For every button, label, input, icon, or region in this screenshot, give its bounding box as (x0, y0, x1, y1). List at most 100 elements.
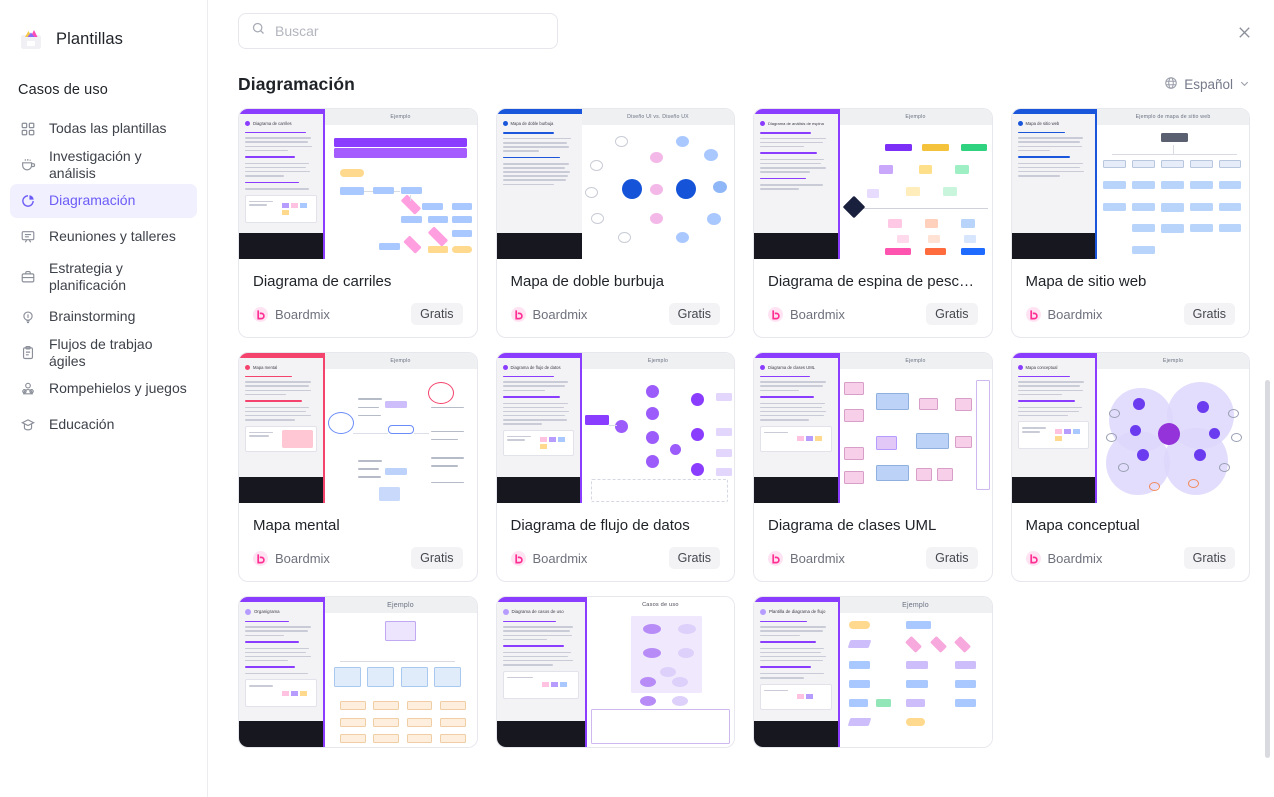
boardmix-logo-icon (768, 306, 783, 322)
template-price-badge: Gratis (926, 547, 978, 569)
sidebar-nav: Todas las plantillas Investigación y aná… (0, 112, 207, 442)
template-card[interactable]: Diagrama de análisis de espina Ejemplo D… (753, 108, 993, 338)
boardmix-logo-icon (768, 550, 783, 566)
template-thumbnail: Organigrama Ejemplo (239, 597, 477, 747)
sidebar-item-label: Investigación y análisis (49, 147, 142, 182)
template-card[interactable]: Diagrama de casos de uso Casos de uso (495, 596, 735, 748)
template-title: Mapa conceptual (1025, 517, 1140, 534)
search-icon (251, 21, 266, 41)
sidebar-item-label: Flujos de trabjao ágiles (49, 335, 153, 370)
sidebar-item-estrategia-y-planificacion[interactable]: Estrategia y planificación (10, 256, 197, 298)
template-author: Boardmix (253, 306, 330, 322)
thumbnail-board-title: Ejemplo (324, 109, 477, 125)
template-card[interactable]: Organigrama Ejemplo (238, 596, 478, 748)
template-title: Mapa de sitio web (1025, 273, 1147, 290)
template-author-name: Boardmix (532, 550, 588, 566)
boardmix-logo-icon (510, 306, 526, 322)
template-card[interactable]: Diagrama de carriles Ejemplo Diagrama de… (238, 108, 478, 338)
boardmix-logo-icon (1025, 306, 1041, 322)
search-input[interactable] (275, 23, 545, 39)
boardmix-logo-icon (253, 550, 268, 566)
templates-scroll-area[interactable]: Diagrama de carriles Ejemplo Diagrama de… (208, 108, 1274, 797)
boardmix-logo-icon (1025, 550, 1041, 566)
close-button[interactable] (1232, 20, 1256, 44)
template-card[interactable]: Mapa mental Ejemplo Mapa mental Boardmix… (238, 352, 478, 582)
template-price-badge: Gratis (411, 547, 463, 569)
search-box[interactable] (238, 13, 558, 49)
template-author-name: Boardmix (790, 306, 845, 322)
template-title: Diagrama de espina de pesca... (768, 273, 978, 290)
template-thumbnail: Mapa conceptual Ejemplo (1011, 353, 1249, 503)
template-author: Boardmix (1025, 550, 1102, 566)
thumbnail-board-title: Diseño UI vs. Diseño UX (582, 109, 734, 125)
people-icon (19, 380, 37, 398)
sidebar-item-reuniones-y-talleres[interactable]: Reuniones y talleres (10, 220, 197, 254)
section-header: Diagramación Español (208, 62, 1274, 95)
brand: Plantillas (0, 26, 207, 52)
thumbnail-board-title: Ejemplo (839, 353, 992, 369)
language-selector[interactable]: Español (1164, 76, 1250, 93)
thumbnail-board-title: Ejemplo (1097, 353, 1249, 369)
language-label: Español (1184, 77, 1233, 92)
template-thumbnail: Mapa de sitio web Ejemplo de mapa de sit… (1011, 109, 1249, 259)
template-card[interactable]: Mapa conceptual Ejemplo Mapa conceptual … (1010, 352, 1250, 582)
template-price-badge: Gratis (1183, 303, 1235, 325)
sidebar-item-educacion[interactable]: Educación (10, 408, 197, 442)
brand-title: Plantillas (56, 29, 124, 48)
sidebar-item-rompehielos-y-juegos[interactable]: Rompehielos y juegos (10, 372, 197, 406)
template-card[interactable]: Diagrama de clases UML Ejemplo Diagrama … (753, 352, 993, 582)
template-price-badge: Gratis (926, 303, 978, 325)
template-author: Boardmix (768, 550, 845, 566)
sidebar-item-label: Reuniones y talleres (49, 228, 176, 245)
template-card[interactable]: Mapa de sitio web Ejemplo de mapa de sit… (1010, 108, 1250, 338)
thumbnail-board-title: Ejemplo (582, 353, 734, 369)
vertical-scrollbar[interactable] (1265, 380, 1270, 758)
boardmix-logo-icon (510, 550, 526, 566)
template-author-name: Boardmix (532, 306, 588, 322)
thumbnail-board-title: Ejemplo (324, 597, 477, 613)
sidebar: Plantillas Casos de uso Todas las planti… (0, 0, 208, 797)
sidebar-item-flujos-de-trabajo-agiles[interactable]: Flujos de trabjao ágiles (10, 336, 197, 370)
sidebar-item-diagramacion[interactable]: Diagramación (10, 184, 197, 218)
sidebar-item-brainstorming[interactable]: Brainstorming (10, 300, 197, 334)
grid-icon (19, 120, 37, 138)
template-card[interactable]: Plantilla de diagrama de flujo Ejemplo (753, 596, 993, 748)
chevron-down-icon (1239, 77, 1250, 92)
template-author: Boardmix (510, 306, 588, 322)
template-thumbnail: Diagrama de análisis de espina Ejemplo (754, 109, 992, 259)
template-author: Boardmix (253, 550, 330, 566)
thumbnail-board-title: Casos de uso (642, 602, 679, 608)
template-thumbnail: Mapa mental Ejemplo (239, 353, 477, 503)
template-price-badge: Gratis (668, 547, 720, 569)
sidebar-item-label: Todas las plantillas (49, 120, 167, 137)
template-thumbnail: Diagrama de carriles Ejemplo (239, 109, 477, 259)
pie-chart-icon (19, 192, 37, 210)
template-thumbnail: Mapa de doble burbuja Diseño UI vs. Dise… (496, 109, 734, 259)
sidebar-item-label: Estrategia y planificación (49, 259, 127, 294)
template-thumbnail: Diagrama de flujo de datos Ejemplo (496, 353, 734, 503)
sidebar-item-label: Educación (49, 416, 115, 433)
template-author: Boardmix (768, 306, 845, 322)
templates-grid: Diagrama de carriles Ejemplo Diagrama de… (238, 108, 1250, 748)
template-author-name: Boardmix (275, 550, 330, 566)
template-price-badge: Gratis (1183, 547, 1235, 569)
template-price-badge: Gratis (411, 303, 463, 325)
globe-icon (1164, 76, 1178, 93)
sidebar-section-label: Casos de uso (18, 82, 108, 98)
main-panel: Diagramación Español (208, 0, 1274, 797)
magnifier-cup-icon (19, 156, 37, 174)
sidebar-item-investigacion-y-analisis[interactable]: Investigación y análisis (10, 148, 197, 182)
template-title: Mapa de doble burbuja (510, 273, 664, 290)
template-thumbnail: Diagrama de clases UML Ejemplo (754, 353, 992, 503)
template-thumbnail: Plantilla de diagrama de flujo Ejemplo (754, 597, 992, 747)
template-card[interactable]: Diagrama de flujo de datos Ejemplo Diagr… (495, 352, 735, 582)
templates-modal: Plantillas Casos de uso Todas las planti… (0, 0, 1274, 797)
template-title: Diagrama de flujo de datos (510, 517, 690, 534)
sidebar-item-todas-las-plantillas[interactable]: Todas las plantillas (10, 112, 197, 146)
template-thumbnail: Diagrama de casos de uso Casos de uso (496, 597, 734, 747)
template-title: Mapa mental (253, 517, 340, 534)
topbar (208, 0, 1274, 62)
template-author: Boardmix (1025, 306, 1102, 322)
template-author-name: Boardmix (790, 550, 845, 566)
template-card[interactable]: Mapa de doble burbuja Diseño UI vs. Dise… (495, 108, 735, 338)
